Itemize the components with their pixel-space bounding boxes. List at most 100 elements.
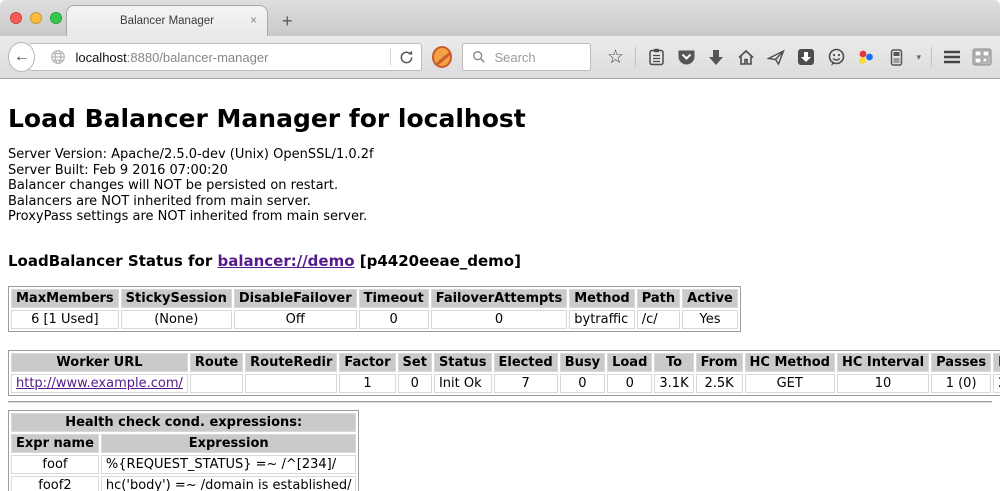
extension-download-icon[interactable] [796, 47, 816, 67]
worker-url-link[interactable]: http://www.example.com/ [16, 376, 183, 391]
table-row: http://www.example.com/ 1 0 Init Ok 7 0 … [11, 374, 1000, 393]
table-row: 6 [1 Used] (None) Off 0 0 bytraffic /c/ … [11, 310, 738, 329]
tab-close-icon[interactable]: × [250, 14, 257, 26]
pocket-icon[interactable] [676, 47, 696, 67]
col-route: Route [190, 353, 243, 372]
failoverattempts-value: 0 [431, 310, 568, 329]
url-text[interactable]: localhost:8880/balancer-manager [75, 50, 390, 65]
reload-button[interactable] [391, 50, 421, 65]
search-bar[interactable] [462, 43, 591, 71]
server-built-line: Server Built: Feb 9 2016 07:00:20 [8, 163, 992, 179]
tab-balancer-manager[interactable]: Balancer Manager × [66, 5, 268, 36]
emoji-feedback-icon[interactable] [826, 47, 846, 67]
col-hc-interval: HC Interval [837, 353, 929, 372]
col-busy: Busy [560, 353, 605, 372]
hc-method-value: GET [745, 374, 835, 393]
col-failoverattempts: FailoverAttempts [431, 289, 568, 308]
plugin-blocked-icon[interactable] [432, 46, 452, 68]
bookmarks-clipboard-icon[interactable] [646, 47, 666, 67]
proxypass-warning-line: ProxyPass settings are NOT inherited fro… [8, 209, 992, 225]
url-domain: localhost [75, 50, 126, 65]
expression-value: %{REQUEST_STATUS} =~ /^[234]/ [101, 455, 357, 474]
col-method: Method [569, 289, 634, 308]
balancer-demo-link[interactable]: balancer://demo [217, 252, 354, 270]
col-active: Active [682, 289, 738, 308]
stickysession-value: (None) [121, 310, 232, 329]
zoom-window-button[interactable] [50, 12, 62, 24]
worker-table: Worker URL Route RouteRedir Factor Set S… [8, 350, 1000, 396]
window-controls [10, 12, 62, 24]
expression-value: hc('body') =~ /domain is established/ [101, 476, 357, 491]
send-plane-icon[interactable] [766, 47, 786, 67]
col-path: Path [637, 289, 680, 308]
status-value: Init Ok [434, 374, 492, 393]
server-version-line: Server Version: Apache/2.5.0-dev (Unix) … [8, 147, 992, 163]
search-icon [469, 47, 489, 67]
method-value: bytraffic [569, 310, 634, 329]
table-header-row: Expr name Expression [11, 434, 356, 453]
routeredir-value [245, 374, 337, 393]
browser-window: Balancer Manager × + ← localhost:8880/ba… [0, 0, 1000, 491]
route-value [190, 374, 243, 393]
hamburger-menu-icon[interactable] [942, 47, 962, 67]
url-path: :8880/balancer-manager [127, 50, 269, 65]
table-title-row: Health check cond. expressions: [11, 413, 356, 432]
col-disablefailover: DisableFailover [234, 289, 357, 308]
toolbar-separator-2 [931, 47, 932, 67]
table-row: foof2 hc('body') =~ /domain is establish… [11, 476, 356, 491]
active-value: Yes [682, 310, 738, 329]
expr-name-value: foof2 [11, 476, 99, 491]
toolbar-separator [635, 47, 636, 67]
col-to: To [654, 353, 693, 372]
timeout-value: 0 [359, 310, 429, 329]
col-timeout: Timeout [359, 289, 429, 308]
col-status: Status [434, 353, 492, 372]
health-check-table: Health check cond. expressions: Expr nam… [8, 410, 359, 491]
col-set: Set [398, 353, 432, 372]
tab-title: Balancer Manager [120, 15, 214, 27]
col-expression: Expression [101, 434, 357, 453]
col-fails: Fails [993, 353, 1000, 372]
page-content: Load Balancer Manager for localhost Serv… [0, 79, 1000, 491]
health-table-title: Health check cond. expressions: [11, 413, 356, 432]
server-info: Server Version: Apache/2.5.0-dev (Unix) … [8, 147, 992, 225]
url-bar[interactable]: localhost:8880/balancer-manager [29, 43, 422, 71]
home-icon[interactable] [736, 47, 756, 67]
maxmembers-value: 6 [1 Used] [11, 310, 119, 329]
worker-url-cell: http://www.example.com/ [11, 374, 188, 393]
heading-suffix: [p4420eeae_demo] [355, 252, 521, 270]
close-window-button[interactable] [10, 12, 22, 24]
path-value: /c/ [637, 310, 680, 329]
col-worker-url: Worker URL [11, 353, 188, 372]
col-elected: Elected [494, 353, 558, 372]
col-routeredir: RouteRedir [245, 353, 337, 372]
factor-value: 1 [339, 374, 395, 393]
chevron-down-icon[interactable]: ▾ [916, 52, 921, 63]
table-header-row: MaxMembers StickySession DisableFailover… [11, 289, 738, 308]
load-value: 0 [607, 374, 652, 393]
to-value: 3.1K [654, 374, 693, 393]
downloads-icon[interactable] [706, 47, 726, 67]
col-expr-name: Expr name [11, 434, 99, 453]
tab-groups-grid-icon[interactable] [972, 47, 992, 67]
globe-icon [48, 47, 68, 67]
download-helper-dots-icon[interactable] [856, 47, 876, 67]
new-tab-button[interactable]: + [282, 12, 293, 30]
page-title: Load Balancer Manager for localhost [8, 104, 992, 133]
tab-bar: Balancer Manager × + [0, 0, 1000, 36]
col-hc-method: HC Method [745, 353, 835, 372]
inherit-warning-line: Balancers are NOT inherited from main se… [8, 194, 992, 210]
search-input[interactable] [494, 50, 584, 65]
from-value: 2.5K [696, 374, 743, 393]
table-header-row: Worker URL Route RouteRedir Factor Set S… [11, 353, 1000, 372]
col-from: From [696, 353, 743, 372]
fails-value: 2 (0) [993, 374, 1000, 393]
clipper-battery-icon[interactable] [886, 47, 906, 67]
toolbar-icons: ☆ [605, 47, 992, 67]
col-load: Load [607, 353, 652, 372]
col-stickysession: StickySession [121, 289, 232, 308]
passes-value: 1 (0) [931, 374, 991, 393]
minimize-window-button[interactable] [30, 12, 42, 24]
divider [8, 401, 992, 403]
bookmark-star-icon[interactable]: ☆ [605, 47, 625, 67]
